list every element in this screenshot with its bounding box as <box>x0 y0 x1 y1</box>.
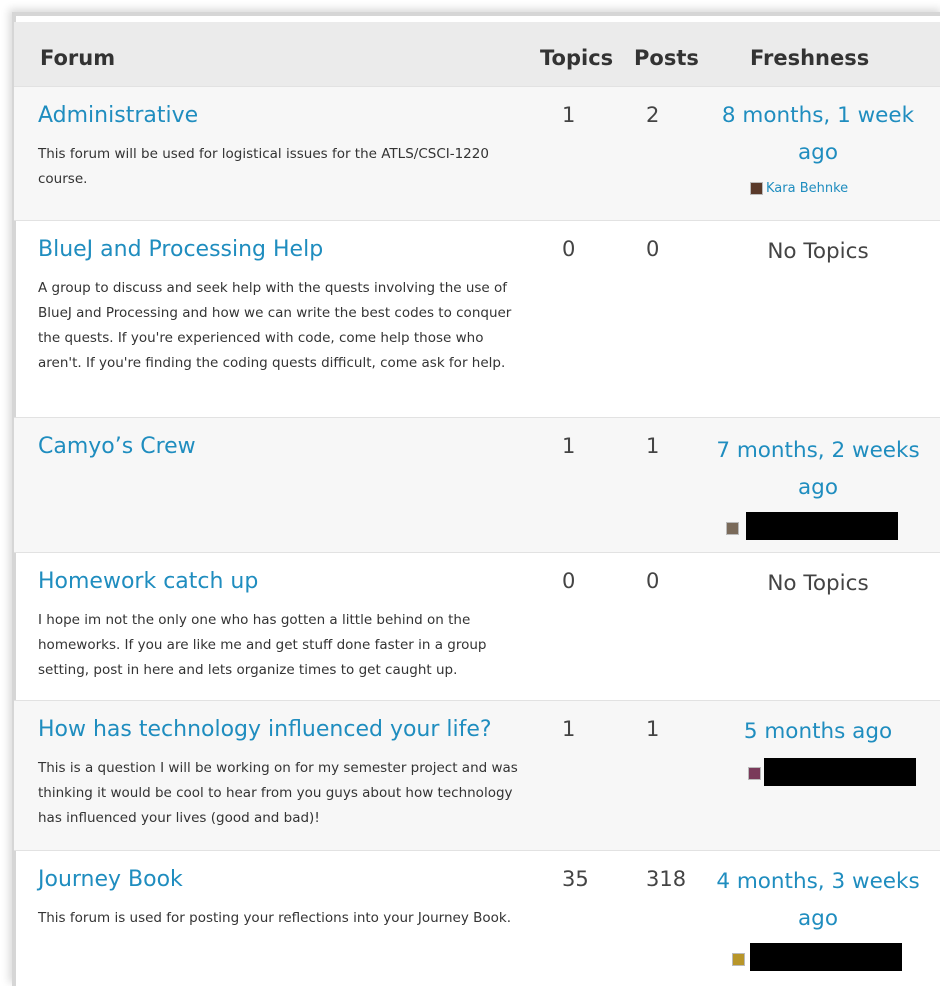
forum-description: This is a question I will be working on … <box>38 760 518 826</box>
forum-row-bluej: BlueJ and Processing Help A group to dis… <box>14 220 940 417</box>
topics-count: 35 <box>562 867 589 891</box>
forum-description: A group to discuss and seek help with th… <box>38 280 512 371</box>
header-topics: Topics <box>540 46 614 70</box>
posts-count: 1 <box>646 434 660 458</box>
posts-count: 318 <box>646 867 687 891</box>
freshness-text: No Topics <box>767 571 869 596</box>
freshness-link[interactable]: 4 months, 3 weeks ago <box>702 863 934 937</box>
freshness-text: No Topics <box>767 239 869 264</box>
freshness-link[interactable]: 8 months, 1 week ago <box>702 97 934 171</box>
forum-link-camyos-crew[interactable]: Camyo’s Crew <box>38 434 196 459</box>
posts-count: 2 <box>646 103 660 127</box>
redacted-author <box>764 758 916 786</box>
posts-count: 0 <box>646 569 660 593</box>
forum-description: I hope im not the only one who has gotte… <box>38 612 487 678</box>
redacted-author <box>746 512 898 540</box>
forum-row-journey-book: Journey Book This forum is used for post… <box>14 850 940 982</box>
avatar <box>750 182 763 195</box>
forum-description: This forum will be used for logistical i… <box>38 146 489 187</box>
forum-row-technology: How has technology influenced your life?… <box>14 700 940 850</box>
header-freshness: Freshness <box>750 46 870 70</box>
last-author[interactable]: Kara Behnke <box>750 181 848 196</box>
avatar <box>732 953 745 966</box>
forum-row-homework: Homework catch up I hope im not the only… <box>14 552 940 700</box>
forum-link-journey-book[interactable]: Journey Book <box>38 867 183 892</box>
forum-row-camyos-crew: Camyo’s Crew 1 1 7 months, 2 weeks ago <box>14 417 940 552</box>
topics-count: 0 <box>562 237 576 261</box>
forum-row-administrative: Administrative This forum will be used f… <box>14 86 940 220</box>
posts-count: 0 <box>646 237 660 261</box>
header-forum: Forum <box>40 46 116 70</box>
table-header: Forum Topics Posts Freshness <box>14 22 940 94</box>
header-posts: Posts <box>634 46 699 70</box>
forum-link-technology[interactable]: How has technology influenced your life? <box>38 717 492 742</box>
forum-link-bluej[interactable]: BlueJ and Processing Help <box>38 237 323 262</box>
author-name[interactable]: Kara Behnke <box>766 181 848 196</box>
topics-count: 1 <box>562 434 576 458</box>
forum-link-homework[interactable]: Homework catch up <box>38 569 258 594</box>
topics-count: 0 <box>562 569 576 593</box>
topics-count: 1 <box>562 103 576 127</box>
freshness-link[interactable]: 5 months ago <box>702 713 934 750</box>
avatar <box>726 522 739 535</box>
topics-count: 1 <box>562 717 576 741</box>
redacted-author <box>750 943 902 971</box>
avatar <box>748 767 761 780</box>
forum-link-administrative[interactable]: Administrative <box>38 103 198 128</box>
posts-count: 1 <box>646 717 660 741</box>
freshness-link[interactable]: 7 months, 2 weeks ago <box>702 432 934 506</box>
forum-description: This forum is used for posting your refl… <box>38 910 512 926</box>
